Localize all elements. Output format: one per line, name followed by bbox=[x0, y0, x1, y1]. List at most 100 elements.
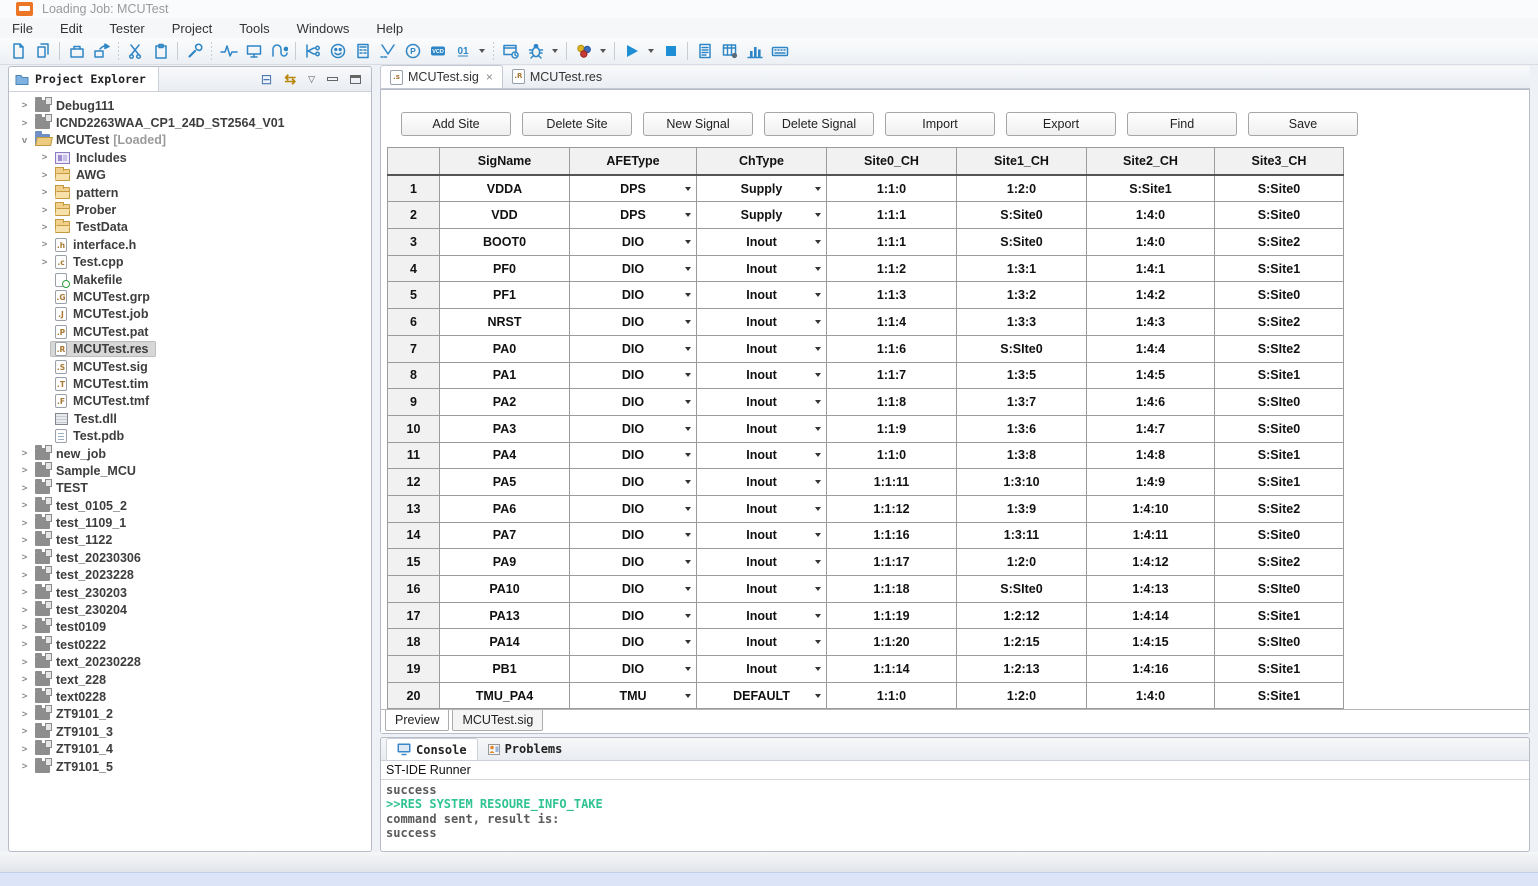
dropdown-caret-icon[interactable] bbox=[815, 373, 821, 377]
row-number-cell[interactable]: 7 bbox=[388, 335, 440, 362]
expand-chevron-icon[interactable]: > bbox=[18, 709, 31, 720]
tree-item[interactable]: .G MCUTest.grp bbox=[10, 288, 370, 305]
table-settings-button[interactable] bbox=[717, 40, 742, 62]
dropdown-caret-icon[interactable] bbox=[685, 560, 691, 564]
chtype-cell[interactable]: Inout bbox=[697, 629, 827, 656]
site0-ch-cell[interactable]: 1:1:1 bbox=[827, 202, 957, 229]
collapse-all-icon[interactable]: ⊟ bbox=[261, 72, 273, 86]
site1-ch-cell[interactable]: 1:3:2 bbox=[957, 282, 1087, 309]
signame-cell[interactable]: TMU_PA4 bbox=[440, 682, 570, 709]
dropdown-caret-icon[interactable] bbox=[815, 293, 821, 297]
expand-chevron-icon[interactable]: > bbox=[18, 570, 31, 581]
cut-button[interactable] bbox=[123, 40, 148, 62]
dropdown-caret-icon[interactable] bbox=[685, 533, 691, 537]
menu-item[interactable]: Tools bbox=[239, 21, 269, 36]
site0-ch-cell[interactable]: 1:1:7 bbox=[827, 362, 957, 389]
signame-cell[interactable]: PA6 bbox=[440, 495, 570, 522]
column-header[interactable]: Site3_CH bbox=[1215, 148, 1344, 175]
tree-item[interactable]: > Debug111 bbox=[10, 97, 370, 114]
signame-cell[interactable]: PF1 bbox=[440, 282, 570, 309]
chtype-cell[interactable]: Inout bbox=[697, 576, 827, 603]
row-number-cell[interactable]: 8 bbox=[388, 362, 440, 389]
tree-item[interactable]: > ZT9101_4 bbox=[10, 740, 370, 757]
tree-item[interactable]: > test_230204 bbox=[10, 601, 370, 618]
row-number-cell[interactable]: 17 bbox=[388, 602, 440, 629]
dropdown-caret-icon[interactable] bbox=[815, 320, 821, 324]
expand-chevron-icon[interactable]: > bbox=[18, 605, 31, 616]
calculator-button[interactable] bbox=[350, 40, 375, 62]
site0-ch-cell[interactable]: 1:1:18 bbox=[827, 576, 957, 603]
wrench-button[interactable] bbox=[182, 40, 207, 62]
column-header[interactable]: ChType bbox=[697, 148, 827, 175]
site1-ch-cell[interactable]: 1:2:12 bbox=[957, 602, 1087, 629]
afetype-cell[interactable]: DIO bbox=[570, 495, 697, 522]
dropdown-caret-icon[interactable] bbox=[685, 694, 691, 698]
row-number-cell[interactable]: 19 bbox=[388, 656, 440, 683]
expand-chevron-icon[interactable]: > bbox=[18, 465, 31, 476]
expand-chevron-icon[interactable]: > bbox=[18, 518, 31, 529]
tree-item[interactable]: > Prober bbox=[10, 201, 370, 218]
tree-item[interactable]: > .h interface.h bbox=[10, 236, 370, 253]
site3-ch-cell[interactable]: S:Site1 bbox=[1215, 656, 1344, 683]
dropdown-caret-icon[interactable] bbox=[815, 614, 821, 618]
site2-ch-cell[interactable]: 1:4:15 bbox=[1087, 629, 1215, 656]
save-all-button[interactable] bbox=[64, 40, 89, 62]
site0-ch-cell[interactable]: 1:1:0 bbox=[827, 175, 957, 202]
menu-item[interactable]: Project bbox=[172, 21, 212, 36]
menu-item[interactable]: File bbox=[12, 21, 33, 36]
row-number-cell[interactable]: 11 bbox=[388, 442, 440, 469]
dropdown-caret-icon[interactable] bbox=[685, 587, 691, 591]
expand-chevron-icon[interactable]: > bbox=[18, 657, 31, 668]
copy-button[interactable] bbox=[30, 40, 55, 62]
site3-ch-cell[interactable]: S:SIte2 bbox=[1215, 335, 1344, 362]
new-file-button[interactable] bbox=[5, 40, 30, 62]
site0-ch-cell[interactable]: 1:1:17 bbox=[827, 549, 957, 576]
site1-ch-cell[interactable]: 1:3:1 bbox=[957, 255, 1087, 282]
menu-item[interactable]: Windows bbox=[297, 21, 350, 36]
dropdown-caret-icon[interactable] bbox=[685, 614, 691, 618]
tree-item[interactable]: .J MCUTest.job bbox=[10, 306, 370, 323]
site2-ch-cell[interactable]: 1:4:3 bbox=[1087, 309, 1215, 336]
site2-ch-cell[interactable]: 1:4:4 bbox=[1087, 335, 1215, 362]
tree-item[interactable]: Makefile bbox=[10, 271, 370, 288]
row-number-cell[interactable]: 6 bbox=[388, 309, 440, 336]
afetype-cell[interactable]: DIO bbox=[570, 629, 697, 656]
chtype-cell[interactable]: Inout bbox=[697, 522, 827, 549]
site2-ch-cell[interactable]: 1:4:5 bbox=[1087, 362, 1215, 389]
tree-item[interactable]: > .c Test.cpp bbox=[10, 254, 370, 271]
signame-cell[interactable]: PF0 bbox=[440, 255, 570, 282]
dropdown-caret-icon[interactable] bbox=[685, 453, 691, 457]
chtype-cell[interactable]: DEFAULT bbox=[697, 682, 827, 709]
row-number-cell[interactable]: 15 bbox=[388, 549, 440, 576]
row-number-cell[interactable]: 9 bbox=[388, 389, 440, 416]
site3-ch-cell[interactable]: S:Site1 bbox=[1215, 602, 1344, 629]
row-number-cell[interactable]: 20 bbox=[388, 682, 440, 709]
chtype-cell[interactable]: Inout bbox=[697, 229, 827, 256]
afetype-cell[interactable]: DIO bbox=[570, 309, 697, 336]
expand-chevron-icon[interactable]: > bbox=[18, 744, 31, 755]
maximize-icon[interactable] bbox=[350, 75, 361, 84]
site1-ch-cell[interactable]: 1:3:6 bbox=[957, 415, 1087, 442]
site3-ch-cell[interactable]: S:SIte0 bbox=[1215, 576, 1344, 603]
tree-item[interactable]: > ICND2263WAA_CP1_24D_ST2564_V01 bbox=[10, 114, 370, 131]
signame-cell[interactable]: PA10 bbox=[440, 576, 570, 603]
afetype-cell[interactable]: DIO bbox=[570, 602, 697, 629]
site1-ch-cell[interactable]: 1:3:10 bbox=[957, 469, 1087, 496]
expand-chevron-icon[interactable]: v bbox=[18, 135, 31, 146]
afetype-cell[interactable]: DIO bbox=[570, 335, 697, 362]
site2-ch-cell[interactable]: 1:4:14 bbox=[1087, 602, 1215, 629]
dropdown-caret-icon[interactable] bbox=[552, 49, 558, 53]
afetype-cell[interactable]: DIO bbox=[570, 255, 697, 282]
afetype-cell[interactable]: DPS bbox=[570, 175, 697, 202]
expand-chevron-icon[interactable]: > bbox=[18, 500, 31, 511]
dropdown-caret-icon[interactable] bbox=[815, 400, 821, 404]
site2-ch-cell[interactable]: 1:4:11 bbox=[1087, 522, 1215, 549]
tab-mcutest-sig[interactable]: .s MCUTest.sig × bbox=[380, 65, 503, 88]
site3-ch-cell[interactable]: S:Site2 bbox=[1215, 549, 1344, 576]
row-number-cell[interactable]: 5 bbox=[388, 282, 440, 309]
column-header[interactable]: Site2_CH bbox=[1087, 148, 1215, 175]
dropdown-caret-icon[interactable] bbox=[685, 400, 691, 404]
tree-item[interactable]: > test_1109_1 bbox=[10, 514, 370, 531]
signame-cell[interactable]: VDDA bbox=[440, 175, 570, 202]
tree-item[interactable]: > text0228 bbox=[10, 688, 370, 705]
